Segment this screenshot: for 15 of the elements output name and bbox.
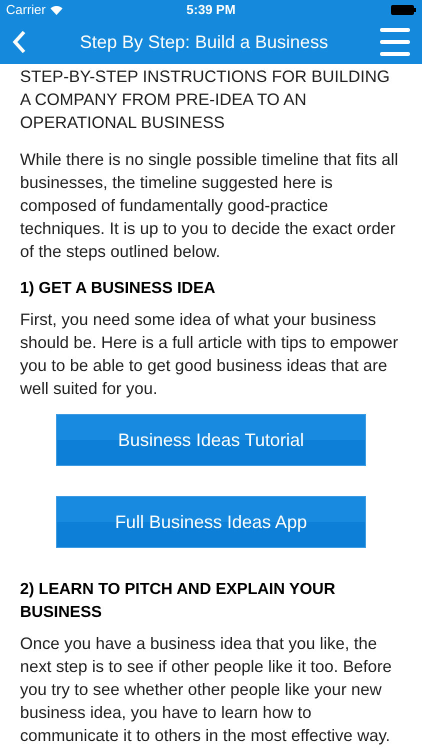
back-button[interactable] [12, 29, 28, 55]
body-text: Once you have a business idea that you like, the next step is to see if other people like it too. Before you try to see whether other people like your new business idea, you have to learn how to communicate it to others in the most effective way. [20, 633, 393, 747]
section-heading: 1) GET A BUSINESS IDEA [20, 279, 216, 299]
nav-title: Step By Step: Build a Business [80, 30, 328, 54]
body-text: While there is no single possible timeline that fits all businesses, the timeline suggested here is composed of fundamentally good-practice techniques. It is up to you to decide the exact order of the steps outlined below. [20, 149, 400, 263]
wifi-icon [50, 5, 63, 15]
carrier-label: Carrier [6, 1, 46, 20]
status-time: 5:39 PM [186, 1, 236, 20]
body-text: STEP-BY-STEP INSTRUCTIONS FOR BUILDING A COMPANY FROM PRE-IDEA TO AN OPERATIONAL BUSINESS [20, 66, 391, 134]
menu-button[interactable] [380, 28, 410, 56]
link-button[interactable]: Full Business Ideas App [56, 496, 366, 548]
body-text: First, you need some idea of what your business should be. Here is a full article with tips to empower you to be able to get good business ideas that are well suited for you. [20, 309, 400, 400]
link-button[interactable]: Business Ideas Tutorial [56, 414, 366, 466]
section-heading: 2) LEARN TO PITCH AND EXPLAIN YOUR BUSINESS [20, 580, 336, 623]
battery-icon [391, 5, 416, 15]
